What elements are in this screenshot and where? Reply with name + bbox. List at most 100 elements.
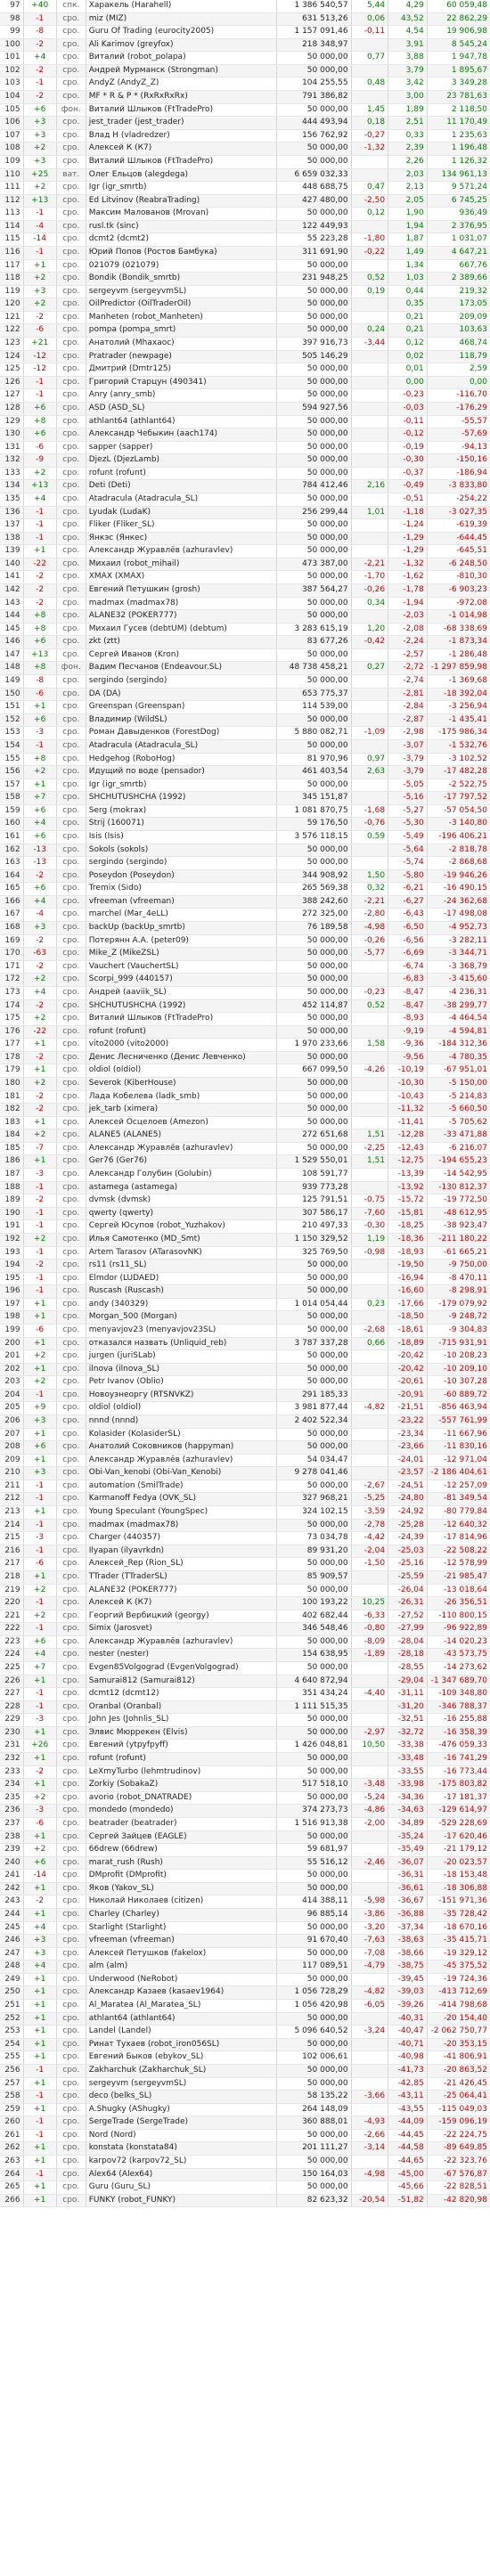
trader-name-link[interactable]: Serg (mokrax) bbox=[86, 804, 277, 819]
trader-name-link[interactable]: DjezL (DjezLamb) bbox=[86, 453, 277, 468]
trader-name-link[interactable]: Young Speculant (YoungSpec) bbox=[86, 1505, 277, 1520]
trader-name-link[interactable]: Роман Давыденков (ForestDog) bbox=[86, 726, 277, 740]
trader-name-link[interactable]: Ilyapan (ilyavrkdn) bbox=[86, 1545, 277, 1559]
trader-name-link[interactable]: astamega (astamega) bbox=[86, 1181, 277, 1195]
trader-name-link[interactable]: sergindo (sergindo) bbox=[86, 856, 277, 870]
trader-name-link[interactable]: Сергей Иванов (Kron) bbox=[86, 648, 277, 663]
trader-name-link[interactable]: deco (belks_SL) bbox=[86, 2090, 277, 2104]
trader-name-link[interactable]: Greenspan (Greenspan) bbox=[86, 700, 277, 714]
trader-name-link[interactable]: jek_tarb (ximera) bbox=[86, 1103, 277, 1117]
trader-name-link[interactable]: sergindo (sergindo) bbox=[86, 674, 277, 689]
trader-name-link[interactable]: Янкэс (Янкес) bbox=[86, 532, 277, 546]
trader-name-link[interactable]: Максим Малованов (Mrovan) bbox=[86, 207, 277, 221]
trader-name-link[interactable]: SHCHUTUSHCHA (1992) bbox=[86, 999, 277, 1014]
trader-name-link[interactable]: oldiol (oldiol) bbox=[86, 1401, 277, 1416]
trader-name-link[interactable]: Дмитрий (Dmtr125) bbox=[86, 363, 277, 377]
trader-name-link[interactable]: Ed Litvinov (ReabraTrading) bbox=[86, 194, 277, 208]
trader-name-link[interactable]: DMprofit (DMprofit) bbox=[86, 1869, 277, 1883]
trader-name-link[interactable]: Guru (Guru_SL) bbox=[86, 2181, 277, 2195]
trader-name-link[interactable]: Mike_Z (MikeZSL) bbox=[86, 947, 277, 961]
trader-name-link[interactable]: Strij (160071) bbox=[86, 817, 277, 831]
trader-name-link[interactable]: Starlight (Starlight) bbox=[86, 1921, 277, 1936]
trader-name-link[interactable]: Ger76 (Ger76) bbox=[86, 1154, 277, 1170]
trader-name-link[interactable]: nnnd (nnnd) bbox=[86, 1414, 277, 1429]
trader-name-link[interactable]: Petr Ivanov (Oblio) bbox=[86, 1375, 277, 1390]
trader-name-link[interactable]: Влад Н (vladredzer) bbox=[86, 129, 277, 143]
trader-name-link[interactable]: Евгений Быков (ebykov_SL) bbox=[86, 2050, 277, 2065]
trader-name-link[interactable]: Charley (Charley) bbox=[86, 1908, 277, 1922]
trader-name-link[interactable]: 021079 (021079) bbox=[86, 259, 277, 273]
trader-name-link[interactable]: jurgen (juriSLab) bbox=[86, 1349, 277, 1364]
trader-name-link[interactable]: Алексей Осцелоев (Amezon) bbox=[86, 1116, 277, 1130]
trader-name-link[interactable]: Anry (anry_smb) bbox=[86, 388, 277, 403]
trader-name-link[interactable]: Анатолий Соковников (happyman) bbox=[86, 1440, 277, 1455]
trader-name-link[interactable]: vfreeman (vfreeman) bbox=[86, 895, 277, 909]
trader-name-link[interactable]: Isis (Isis) bbox=[86, 830, 277, 844]
trader-name-link[interactable]: Atadracula (Atadracula_SL) bbox=[86, 739, 277, 754]
trader-name-link[interactable]: ALANE32 (POKER777) bbox=[86, 1584, 277, 1598]
trader-name-link[interactable]: Олег Ельцов (alegdega) bbox=[86, 168, 277, 183]
trader-name-link[interactable]: FUNKY (robot_FUNKY) bbox=[86, 2194, 277, 2208]
trader-name-link[interactable]: Pratrader (newpage) bbox=[86, 350, 277, 364]
trader-name-link[interactable]: Александр Голубин (Golubin) bbox=[86, 1168, 277, 1182]
trader-name-link[interactable]: madmax (madmax78) bbox=[86, 1519, 277, 1533]
trader-name-link[interactable]: Алексей_Rep (Rion_SL) bbox=[86, 1557, 277, 1571]
trader-name-link[interactable]: ALANE5 (ALANE5) bbox=[86, 1129, 277, 1143]
trader-name-link[interactable]: Сергей Зайцев (EAGLE) bbox=[86, 1830, 277, 1845]
trader-name-link[interactable]: Artem Tarasov (ATarasovNK) bbox=[86, 1246, 277, 1260]
trader-name-link[interactable]: madmax (madmax78) bbox=[86, 597, 277, 611]
trader-name-link[interactable]: LeXmyTurbo (lehmtrudinov) bbox=[86, 1765, 277, 1780]
trader-name-link[interactable]: avorio (robot_DNATRADE) bbox=[86, 1791, 277, 1806]
trader-name-link[interactable]: Lyudak (LudaK) bbox=[86, 506, 277, 520]
trader-name-link[interactable]: Алексей Петушков (fakelox) bbox=[86, 1947, 277, 1961]
trader-name-link[interactable]: Zakharchuk (Zakharchuk_SL) bbox=[86, 2064, 277, 2078]
trader-name-link[interactable]: Алексей К (К7) bbox=[86, 1596, 277, 1610]
trader-name-link[interactable]: Poseydon (Poseydon) bbox=[86, 869, 277, 884]
trader-name-link[interactable]: John Jes (Johnlis_SL) bbox=[86, 1713, 277, 1727]
trader-name-link[interactable]: Александр Журавлёв (azhuravlev) bbox=[86, 1454, 277, 1468]
trader-name-link[interactable]: Евгений (ytpyfpyff) bbox=[86, 1739, 277, 1754]
trader-name-link[interactable]: marchel (Mar_4eLL) bbox=[86, 908, 277, 923]
trader-name-link[interactable]: athlant64 (athlant64) bbox=[86, 415, 277, 429]
trader-name-link[interactable]: Charger (440357) bbox=[86, 1531, 277, 1545]
trader-name-link[interactable]: Николай Николаев (citizen) bbox=[86, 1895, 277, 1909]
trader-name-link[interactable]: qwerty (qwerty) bbox=[86, 1207, 277, 1221]
trader-name-link[interactable]: athlant64 (athlant64) bbox=[86, 2012, 277, 2026]
trader-name-link[interactable]: Al_Maratea (Al_Maratea_SL) bbox=[86, 1999, 277, 2013]
trader-name-link[interactable]: Underwood (NeRobot) bbox=[86, 1973, 277, 1987]
trader-name-link[interactable]: Manheten (robot_Manheten) bbox=[86, 311, 277, 325]
trader-name-link[interactable]: vfreeman (vfreeman) bbox=[86, 1934, 277, 1948]
trader-name-link[interactable]: Яков (Yakov_SL) bbox=[86, 1882, 277, 1896]
trader-name-link[interactable]: Вадим Песчанов (Endeavour.SL) bbox=[86, 661, 277, 676]
trader-name-link[interactable]: Obi-Van_kenobi (Obi-Van_Kenobi) bbox=[86, 1466, 277, 1480]
trader-name-link[interactable]: Igr (igr_smrtb) bbox=[86, 181, 277, 195]
trader-name-link[interactable]: rofunt (rofunt) bbox=[86, 1752, 277, 1766]
trader-name-link[interactable]: oldiol (oldiol) bbox=[86, 1064, 277, 1078]
trader-name-link[interactable]: Tremix (Sido) bbox=[86, 882, 277, 896]
trader-name-link[interactable]: Karmanoff Fedya (OVK_SL) bbox=[86, 1492, 277, 1507]
trader-name-link[interactable]: Евгений Петушкин (grosh) bbox=[86, 583, 277, 598]
trader-name-link[interactable]: mondedo (mondedo) bbox=[86, 1804, 277, 1818]
trader-name-link[interactable]: Потерянн А.А. (peter09) bbox=[86, 934, 277, 949]
trader-name-link[interactable]: Лада Кобелева (ladk_smb) bbox=[86, 1090, 277, 1105]
trader-name-link[interactable]: menyavjov23 (menyavjov23SL) bbox=[86, 1324, 277, 1338]
trader-name-link[interactable]: ALANE32 (POKER777) bbox=[86, 609, 277, 624]
trader-name-link[interactable]: ilnova (ilnova_SL) bbox=[86, 1363, 277, 1377]
trader-name-link[interactable]: Юрий Попов (Ростов Бамбука) bbox=[86, 246, 277, 260]
trader-name-link[interactable]: nester (nester) bbox=[86, 1648, 277, 1662]
trader-name-link[interactable]: Виталий Шлыков (FtTradePro) bbox=[86, 1012, 277, 1026]
trader-name-link[interactable]: Денис Лесниченко (Денис Левченко) bbox=[86, 1051, 277, 1065]
trader-name-link[interactable]: Георгий Вербицкий (georgy) bbox=[86, 1610, 277, 1624]
trader-name-link[interactable]: Александр Чебыкин (aach174) bbox=[86, 428, 277, 442]
trader-name-link[interactable]: Идущий по воде (pensador) bbox=[86, 765, 277, 779]
trader-name-link[interactable]: marat_rush (Rush) bbox=[86, 1856, 277, 1871]
trader-name-link[interactable]: Ruscash (Ruscash) bbox=[86, 1284, 277, 1299]
trader-name-link[interactable]: dcmt12 (dcmt12) bbox=[86, 1687, 277, 1701]
trader-name-link[interactable]: andy (340329) bbox=[86, 1298, 277, 1312]
trader-name-link[interactable]: отказался назвать (Unliquid_reb) bbox=[86, 1337, 277, 1351]
trader-name-link[interactable]: konstata (konstata84) bbox=[86, 2141, 277, 2156]
trader-name-link[interactable]: Григорий Старцун (490341) bbox=[86, 376, 277, 390]
trader-name-link[interactable]: Михаил (robot_mihail) bbox=[86, 558, 277, 572]
trader-name-link[interactable]: Андрей Мурманск (Strongman) bbox=[86, 64, 277, 78]
trader-name-link[interactable]: Landel (Landel) bbox=[86, 2025, 277, 2039]
